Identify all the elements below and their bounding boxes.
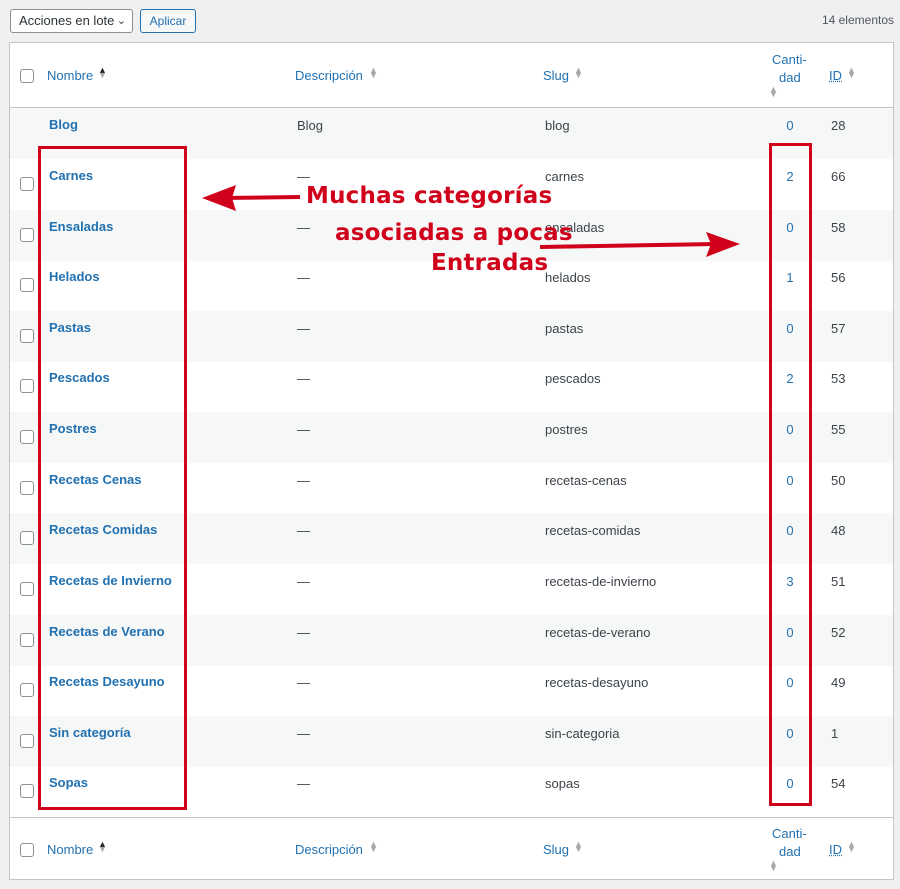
annotation-text-line2: asociadas a pocas <box>335 220 573 246</box>
annotation-text-line1: Muchas categorías <box>306 183 553 209</box>
left-arrow-icon <box>202 185 301 211</box>
annotation-text-line3: Entradas <box>431 250 549 276</box>
annotation-arrows <box>202 185 740 257</box>
